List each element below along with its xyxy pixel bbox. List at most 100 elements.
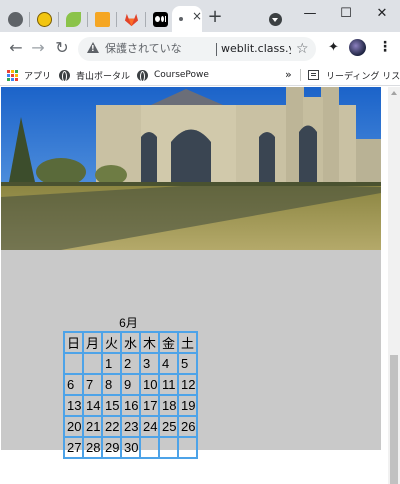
tab-separator	[116, 12, 117, 27]
bookmark-coursepower[interactable]: CoursePowe	[137, 67, 209, 83]
day-cell: 6	[63, 373, 84, 396]
tab-separator	[87, 12, 88, 27]
globe-icon	[59, 69, 70, 82]
day-cell: 19	[177, 394, 198, 417]
address-bar[interactable]: ! 保護されていな weblit.class.ysklab.... ☆	[78, 37, 316, 61]
calendar-week-row: 13 14 15 16 17 18 19	[63, 394, 198, 417]
day-cell: 27	[63, 436, 84, 459]
scroll-up-arrow-icon[interactable]	[391, 91, 397, 95]
day-cell: 28	[82, 436, 103, 459]
day-cell: 12	[177, 373, 198, 396]
tab-close-icon[interactable]: ×	[190, 9, 204, 23]
smiley-favicon-icon	[36, 11, 52, 27]
url-text[interactable]: weblit.class.ysklab....	[221, 41, 291, 57]
day-cell: 7	[82, 373, 103, 396]
tab-search-icon[interactable]	[269, 13, 282, 26]
day-cell: 2	[120, 352, 141, 375]
weekday-cell: 火	[101, 331, 122, 354]
minimize-button[interactable]: —	[302, 6, 318, 22]
tab-separator	[29, 12, 30, 27]
day-cell: 18	[158, 394, 179, 417]
tab-k[interactable]	[91, 6, 113, 32]
weekday-cell: 土	[177, 331, 198, 354]
calendar-week-row: 1 2 3 4 5	[63, 352, 198, 375]
bookmark-star-icon[interactable]: ☆	[296, 39, 309, 59]
tab-leaf[interactable]	[62, 6, 84, 32]
reading-list-button[interactable]: リーディング リスト	[308, 67, 400, 83]
medium-favicon-icon	[152, 11, 168, 27]
day-cell	[158, 436, 179, 459]
day-cell: 26	[177, 415, 198, 438]
weekday-cell: 月	[82, 331, 103, 354]
extensions-puzzle-icon[interactable]: ✦	[328, 40, 339, 56]
globe-icon	[137, 69, 148, 82]
forward-button[interactable]: →	[28, 38, 48, 58]
bookmark-apps[interactable]: アプリ	[7, 67, 51, 83]
weekday-cell: 木	[139, 331, 160, 354]
close-window-button[interactable]: ✕	[374, 6, 390, 22]
day-cell: 1	[101, 352, 122, 375]
day-cell: 15	[101, 394, 122, 417]
tab-globe[interactable]	[4, 6, 26, 32]
day-cell	[82, 352, 103, 375]
vertical-scrollbar[interactable]	[388, 87, 400, 484]
tab-strip: × + — ☐ ✕	[0, 0, 400, 32]
day-cell: 5	[177, 352, 198, 375]
k-favicon-icon	[94, 11, 110, 27]
page-viewport[interactable]: 6月 日 月 火 水 木 金 土 1 2 3 4 5 6 7 8 9 10 11…	[0, 87, 388, 484]
tab-separator	[145, 12, 146, 27]
day-cell: 10	[139, 373, 160, 396]
day-cell: 24	[139, 415, 160, 438]
gitlab-fox-icon	[124, 13, 138, 26]
day-cell: 23	[120, 415, 141, 438]
tab-gitlab[interactable]	[120, 6, 142, 32]
profile-avatar[interactable]	[349, 39, 366, 56]
day-cell: 11	[158, 373, 179, 396]
day-cell: 8	[101, 373, 122, 396]
calendar-section: 6月 日 月 火 水 木 金 土 1 2 3 4 5 6 7 8 9 10 11…	[1, 250, 381, 459]
day-cell: 17	[139, 394, 160, 417]
maximize-button[interactable]: ☐	[338, 6, 354, 22]
tab-smiley[interactable]	[33, 6, 55, 32]
bookmarks-separator	[300, 69, 301, 81]
day-cell	[177, 436, 198, 459]
day-cell: 3	[139, 352, 160, 375]
day-cell: 25	[158, 415, 179, 438]
bookmarks-bar: アプリ 青山ポータル CoursePowe » リーディング リスト	[0, 64, 400, 86]
day-cell: 21	[82, 415, 103, 438]
day-cell	[139, 436, 160, 459]
day-cell: 4	[158, 352, 179, 375]
browser-menu-icon[interactable]: ⋮	[378, 39, 392, 55]
omnibox-separator	[216, 43, 217, 56]
weekday-cell: 日	[63, 331, 84, 354]
reading-list-label: リーディング リスト	[326, 71, 400, 82]
day-cell: 9	[120, 373, 141, 396]
bookmark-label: CoursePowe	[154, 70, 209, 80]
calendar-table: 日 月 火 水 木 金 土 1 2 3 4 5 6 7 8 9 10 11 12…	[63, 331, 198, 459]
day-cell	[63, 352, 84, 375]
apps-grid-icon	[7, 69, 18, 81]
day-cell: 29	[101, 436, 122, 459]
bookmark-aoyama-portal[interactable]: 青山ポータル	[59, 67, 130, 83]
weekday-cell: 金	[158, 331, 179, 354]
leaf-favicon-icon	[65, 11, 81, 27]
browser-toolbar: ← → ↻ ! 保護されていな weblit.class.ysklab.... …	[0, 32, 400, 64]
globe-icon	[7, 11, 23, 27]
day-cell: 14	[82, 394, 103, 417]
warning-mark: !	[91, 44, 95, 53]
day-cell: 13	[63, 394, 84, 417]
tab-medium[interactable]	[149, 6, 171, 32]
reload-button[interactable]: ↻	[52, 38, 72, 58]
calendar-week-row: 20 21 22 23 24 25 26	[63, 415, 198, 438]
reading-list-icon	[308, 70, 319, 80]
security-label[interactable]: 保護されていな	[105, 41, 182, 57]
bookmarks-overflow-icon[interactable]: »	[285, 67, 292, 83]
calendar-week-row: 6 7 8 9 10 11 12	[63, 373, 198, 396]
bookmark-label: 青山ポータル	[76, 71, 131, 82]
day-cell: 30	[120, 436, 141, 459]
back-button[interactable]: ←	[6, 38, 26, 58]
scroll-thumb[interactable]	[390, 355, 398, 484]
new-tab-button[interactable]: +	[206, 8, 224, 27]
calendar-weekday-row: 日 月 火 水 木 金 土	[63, 331, 198, 354]
calendar-week-row: 27 28 29 30	[63, 436, 198, 459]
